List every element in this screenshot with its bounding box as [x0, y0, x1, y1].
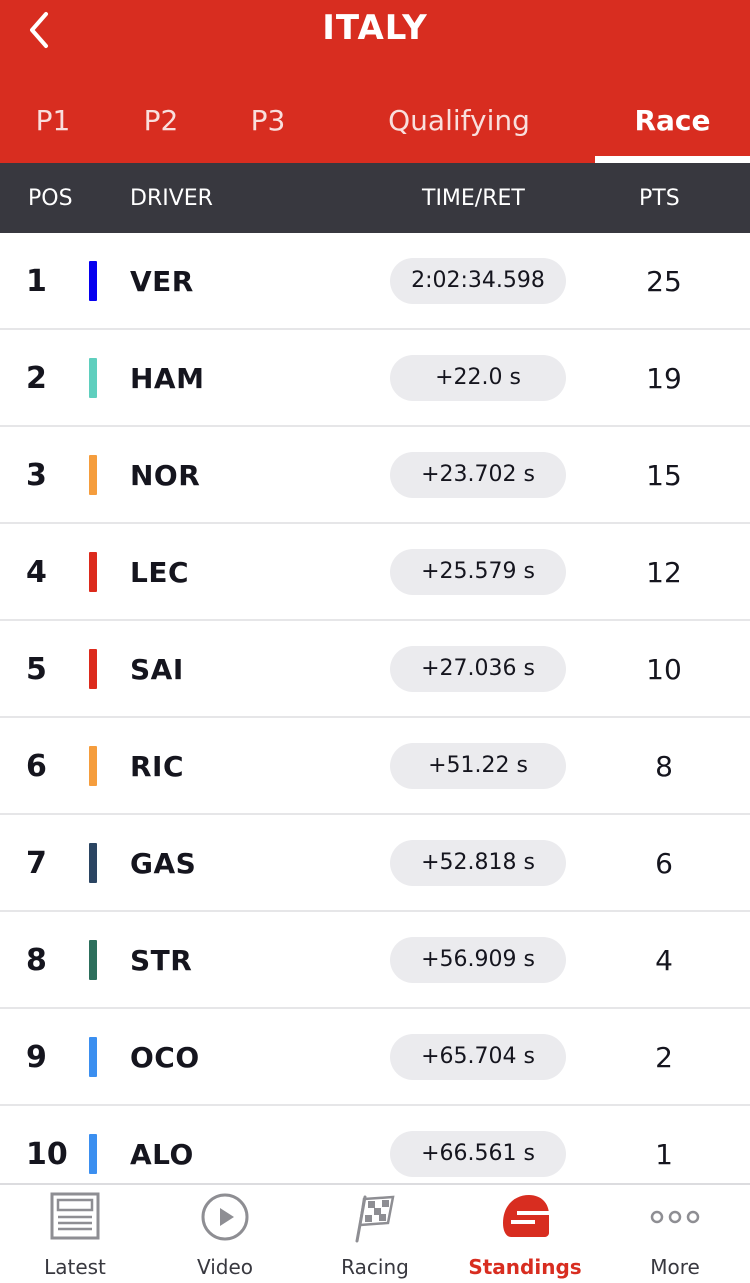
position: 2: [26, 361, 47, 396]
nav-video[interactable]: Video: [150, 1185, 300, 1283]
position: 5: [26, 652, 47, 687]
points: 12: [646, 556, 682, 589]
nav-standings[interactable]: Standings: [450, 1185, 600, 1283]
team-color-bar: [89, 1134, 97, 1174]
team-color-bar: [89, 552, 97, 592]
points: 2: [655, 1041, 673, 1074]
helmet-icon: [497, 1189, 553, 1245]
nav-latest[interactable]: Latest: [0, 1185, 150, 1283]
tab-qualifying[interactable]: Qualifying: [378, 90, 540, 163]
result-row[interactable]: 4 LEC +25.579 s 12: [0, 524, 750, 621]
newspaper-icon: [47, 1189, 103, 1245]
tab-p3[interactable]: P3: [230, 90, 306, 163]
points: 25: [646, 265, 682, 298]
result-row[interactable]: 8 STR +56.909 s 4: [0, 912, 750, 1009]
nav-standings-label: Standings: [468, 1255, 582, 1279]
tab-p1[interactable]: P1: [15, 90, 91, 163]
column-time: TIME/RET: [422, 186, 525, 211]
session-tabs: P1 P2 P3 Qualifying Race: [0, 90, 750, 163]
position: 7: [26, 846, 47, 881]
time-badge: +65.704 s: [390, 1034, 566, 1080]
driver-code: VER: [130, 265, 194, 298]
nav-latest-label: Latest: [44, 1255, 106, 1279]
nav-racing-label: Racing: [341, 1255, 409, 1279]
points: 8: [655, 750, 673, 783]
position: 6: [26, 749, 47, 784]
result-row[interactable]: 5 SAI +27.036 s 10: [0, 621, 750, 718]
tab-p2[interactable]: P2: [123, 90, 199, 163]
time-badge: +56.909 s: [390, 937, 566, 983]
time-badge: +52.818 s: [390, 840, 566, 886]
points: 10: [646, 653, 682, 686]
time-badge: +22.0 s: [390, 355, 566, 401]
points: 15: [646, 459, 682, 492]
driver-code: STR: [130, 944, 193, 977]
position: 8: [26, 943, 47, 978]
bottom-navigation: Latest Video Racing Standings More: [0, 1183, 750, 1281]
team-color-bar: [89, 358, 97, 398]
points: 4: [655, 944, 673, 977]
column-pts: PTS: [639, 186, 680, 211]
nav-video-label: Video: [196, 1255, 254, 1279]
driver-code: RIC: [130, 750, 185, 783]
play-circle-icon: [197, 1189, 253, 1245]
result-row[interactable]: 6 RIC +51.22 s 8: [0, 718, 750, 815]
time-badge: 2:02:34.598: [390, 258, 566, 304]
driver-code: GAS: [130, 847, 197, 880]
position: 9: [26, 1040, 47, 1075]
position: 4: [26, 555, 47, 590]
page-title: ITALY: [322, 8, 428, 48]
result-row[interactable]: 9 OCO +65.704 s 2: [0, 1009, 750, 1106]
team-color-bar: [89, 261, 97, 301]
driver-code: HAM: [130, 362, 205, 395]
position: 1: [26, 264, 47, 299]
active-tab-indicator: [595, 156, 750, 163]
time-badge: +23.702 s: [390, 452, 566, 498]
points: 6: [655, 847, 673, 880]
time-badge: +51.22 s: [390, 743, 566, 789]
team-color-bar: [89, 1037, 97, 1077]
driver-code: LEC: [130, 556, 190, 589]
position: 3: [26, 458, 47, 493]
nav-more-label: More: [650, 1255, 700, 1279]
driver-code: OCO: [130, 1041, 200, 1074]
checkered-flag-icon: [347, 1189, 403, 1245]
nav-more[interactable]: More: [600, 1185, 750, 1283]
results-list: 1 VER 2:02:34.598 25 2 HAM +22.0 s 19 3 NOR +23.70…: [0, 233, 750, 1203]
driver-code: SAI: [130, 653, 184, 686]
team-color-bar: [89, 455, 97, 495]
result-row[interactable]: 2 HAM +22.0 s 19: [0, 330, 750, 427]
driver-code: NOR: [130, 459, 201, 492]
time-badge: +27.036 s: [390, 646, 566, 692]
result-row[interactable]: 1 VER 2:02:34.598 25: [0, 233, 750, 330]
column-pos: POS: [28, 186, 73, 211]
team-color-bar: [89, 940, 97, 980]
points: 19: [646, 362, 682, 395]
time-badge: +25.579 s: [390, 549, 566, 595]
results-column-header: POS DRIVER TIME/RET PTS: [0, 163, 750, 233]
column-driver: DRIVER: [130, 186, 213, 211]
more-dots-icon: [647, 1189, 703, 1245]
tab-race[interactable]: Race: [595, 90, 750, 163]
team-color-bar: [89, 649, 97, 689]
time-badge: +66.561 s: [390, 1131, 566, 1177]
team-color-bar: [89, 843, 97, 883]
team-color-bar: [89, 746, 97, 786]
result-row[interactable]: 7 GAS +52.818 s 6: [0, 815, 750, 912]
result-row[interactable]: 3 NOR +23.702 s 15: [0, 427, 750, 524]
nav-racing[interactable]: Racing: [300, 1185, 450, 1283]
